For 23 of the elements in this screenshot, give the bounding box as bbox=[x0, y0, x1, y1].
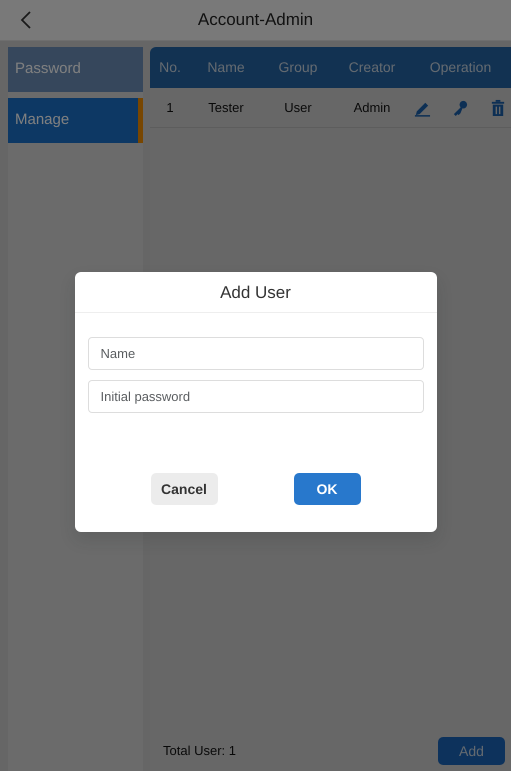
column-header: Creator bbox=[348, 58, 396, 77]
key-icon[interactable] bbox=[451, 98, 469, 116]
total-count: Total User: 1 bbox=[163, 742, 236, 760]
ok-button[interactable]: OK bbox=[294, 473, 360, 505]
sidebar-tab[interactable]: Password bbox=[8, 47, 143, 92]
table-cell-text: Admin bbox=[352, 98, 392, 117]
sidebar-tab[interactable]: Manage bbox=[8, 98, 143, 143]
input-field[interactable]: Name bbox=[88, 337, 424, 370]
column-header: Operation bbox=[428, 58, 492, 77]
delete-icon[interactable] bbox=[489, 98, 507, 116]
column-header: No. bbox=[158, 58, 182, 77]
input-field[interactable]: Initial password bbox=[88, 380, 424, 413]
add-button[interactable]: Add bbox=[438, 737, 505, 765]
cancel-button[interactable]: Cancel bbox=[150, 473, 218, 505]
dialog-title: Add User bbox=[74, 272, 436, 313]
table-cell-text: 1 bbox=[165, 98, 175, 117]
column-header: Group bbox=[278, 58, 318, 77]
column-header: Name bbox=[206, 58, 246, 77]
table-cell-text: Tester bbox=[207, 98, 245, 117]
back-button[interactable] bbox=[20, 10, 32, 30]
page-title: Account-Admin bbox=[198, 9, 314, 32]
back-icon bbox=[20, 10, 32, 30]
table-cell-text: User bbox=[283, 98, 313, 117]
